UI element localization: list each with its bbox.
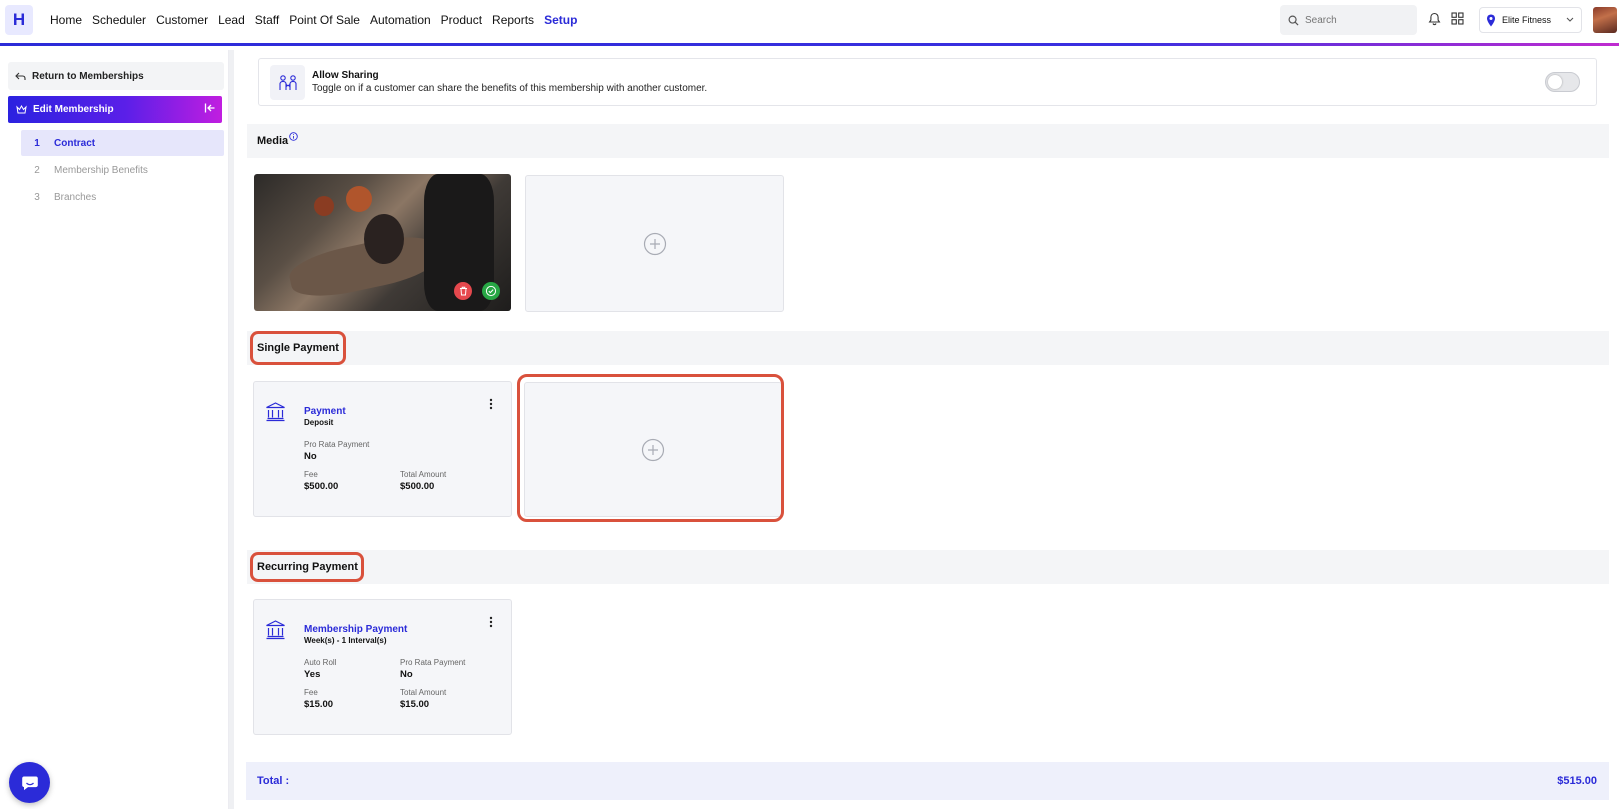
nav-automation[interactable]: Automation	[370, 13, 431, 27]
highlight-recurring-payment-title	[250, 552, 364, 582]
crown-icon	[16, 105, 27, 114]
info-icon[interactable]	[289, 131, 298, 141]
pro-rata-value: No	[304, 451, 317, 462]
user-avatar[interactable]	[1593, 7, 1617, 33]
fee-label: Fee	[304, 470, 318, 479]
single-payment-card: Payment Deposit Pro Rata Payment No Fee …	[253, 381, 512, 517]
apps-grid-icon[interactable]	[1451, 12, 1464, 25]
share-people-icon	[270, 65, 305, 100]
nav-lead[interactable]: Lead	[218, 13, 245, 27]
return-to-memberships-button[interactable]: Return to Memberships	[8, 62, 224, 90]
search-icon	[1288, 15, 1299, 26]
total-amount-label: Total Amount	[400, 688, 447, 697]
highlight-single-payment-title	[250, 331, 346, 365]
step-label: Branches	[54, 191, 97, 203]
image-detail	[314, 196, 334, 216]
fee-value: $15.00	[304, 699, 334, 710]
more-options-icon[interactable]	[489, 616, 493, 628]
more-options-icon[interactable]	[489, 398, 493, 410]
edit-membership-header: Edit Membership	[8, 96, 222, 123]
fee-label: Fee	[304, 688, 318, 697]
image-detail	[364, 214, 404, 264]
return-label: Return to Memberships	[32, 70, 144, 82]
back-arrow-icon	[15, 72, 26, 80]
total-amount-label: Total Amount	[400, 470, 447, 479]
highlight-add-single-payment	[517, 374, 784, 522]
trash-icon	[459, 286, 467, 296]
total-value: $515.00	[1557, 775, 1597, 787]
payment-card-subtitle: Week(s) - 1 Interval(s)	[304, 636, 387, 645]
location-pin-icon	[1487, 14, 1495, 26]
single-payment-section-header: Single Payment	[247, 331, 1609, 365]
step-number: 3	[34, 191, 40, 203]
check-circle-icon	[485, 285, 497, 297]
pro-rata-value: No	[400, 669, 413, 680]
top-bar-accent-line	[0, 43, 1619, 46]
total-label: Total :	[257, 775, 290, 787]
recurring-payment-section-header: Recurring Payment	[247, 550, 1609, 584]
main-nav: Home Scheduler Customer Lead Staff Point…	[50, 0, 587, 40]
plus-circle-icon	[643, 232, 666, 255]
nav-home[interactable]: Home	[50, 13, 82, 27]
chevron-down-icon	[1566, 17, 1574, 22]
pro-rata-label: Pro Rata Payment	[304, 440, 370, 449]
nav-setup[interactable]: Setup	[544, 13, 577, 27]
chat-support-button[interactable]	[9, 762, 50, 803]
auto-roll-value: Yes	[304, 669, 321, 680]
allow-sharing-title: Allow Sharing	[312, 70, 379, 81]
toggle-knob	[1548, 75, 1562, 89]
total-amount-value: $15.00	[400, 699, 430, 710]
step-branches[interactable]: 3 Branches	[21, 184, 224, 210]
set-primary-media-button[interactable]	[482, 282, 500, 300]
payment-card-title[interactable]: Membership Payment	[304, 624, 407, 635]
allow-sharing-description: Toggle on if a customer can share the be…	[312, 83, 708, 94]
sidebar: Return to Memberships Edit Membership 1 …	[0, 50, 229, 809]
image-detail	[346, 186, 372, 212]
nav-staff[interactable]: Staff	[255, 13, 279, 27]
step-number: 2	[34, 164, 40, 176]
pro-rata-label: Pro Rata Payment	[400, 658, 466, 667]
nav-customer[interactable]: Customer	[156, 13, 208, 27]
media-section-header: Media	[247, 124, 1609, 158]
location-selector[interactable]: Elite Fitness	[1479, 7, 1582, 33]
total-amount-value: $500.00	[400, 481, 435, 492]
location-name: Elite Fitness	[1502, 15, 1552, 25]
sidebar-divider	[229, 50, 234, 809]
add-media-button[interactable]	[525, 175, 784, 312]
step-number: 1	[34, 137, 40, 149]
app-logo[interactable]: H	[5, 5, 33, 35]
collapse-sidebar-icon[interactable]	[204, 102, 216, 114]
payment-card-subtitle: Deposit	[304, 418, 334, 427]
nav-scheduler[interactable]: Scheduler	[92, 13, 146, 27]
search-box[interactable]	[1280, 5, 1417, 35]
bank-icon	[266, 620, 285, 640]
bank-icon	[266, 402, 285, 422]
media-title: Media	[257, 135, 289, 147]
search-input[interactable]	[1305, 14, 1405, 26]
media-image-thumbnail[interactable]	[254, 174, 511, 311]
nav-point-of-sale[interactable]: Point Of Sale	[289, 13, 360, 27]
allow-sharing-toggle[interactable]	[1545, 72, 1580, 92]
step-label: Contract	[54, 137, 96, 149]
payment-card-title[interactable]: Payment	[304, 406, 346, 417]
auto-roll-label: Auto Roll	[304, 658, 337, 667]
recurring-payment-card: Membership Payment Week(s) - 1 Interval(…	[253, 599, 512, 735]
edit-membership-label: Edit Membership	[33, 104, 114, 115]
fee-value: $500.00	[304, 481, 339, 492]
delete-media-button[interactable]	[454, 282, 472, 300]
nav-reports[interactable]: Reports	[492, 13, 534, 27]
step-label: Membership Benefits	[54, 164, 148, 176]
allow-sharing-panel: Allow Sharing Toggle on if a customer ca…	[258, 58, 1597, 106]
top-bar: H Home Scheduler Customer Lead Staff Poi…	[0, 0, 1619, 44]
bell-icon[interactable]	[1428, 12, 1441, 26]
chat-icon	[21, 776, 38, 790]
nav-product[interactable]: Product	[441, 13, 482, 27]
step-membership-benefits[interactable]: 2 Membership Benefits	[21, 157, 224, 183]
total-bar: Total : $515.00	[246, 762, 1609, 800]
step-contract[interactable]: 1 Contract	[21, 130, 224, 156]
